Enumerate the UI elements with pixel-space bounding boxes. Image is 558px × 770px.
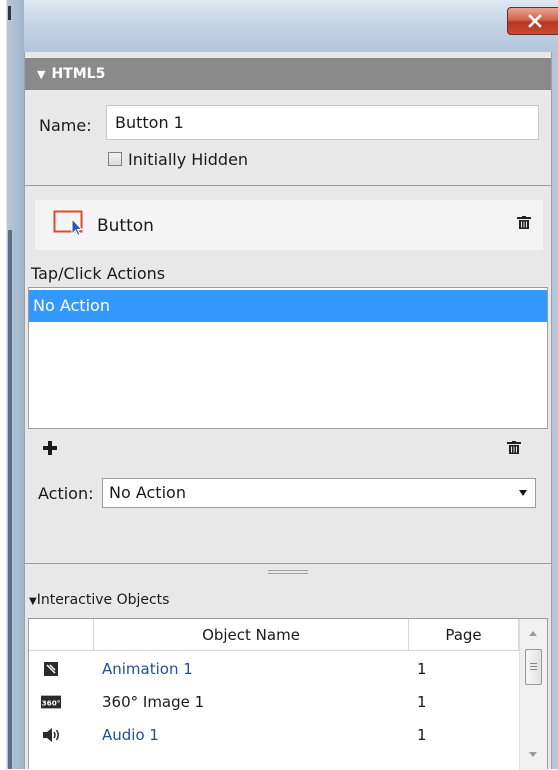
chevron-down-icon	[519, 490, 527, 496]
column-header-page[interactable]: Page	[409, 619, 519, 651]
collapse-triangle-icon: ▼	[29, 596, 37, 607]
object-page: 1	[417, 693, 427, 711]
interactive-objects-header[interactable]: ▼Interactive Objects	[29, 592, 169, 608]
table-row[interactable]: 360° 360° Image 1 1	[29, 686, 519, 719]
close-button[interactable]	[507, 7, 558, 35]
name-label: Name:	[39, 116, 92, 135]
object-page: 1	[417, 660, 427, 678]
table-scrollbar[interactable]	[519, 619, 547, 770]
table-row[interactable]: Animation 1 1	[29, 653, 519, 686]
window-frame-right	[552, 52, 558, 769]
360-icon-text: 360°	[42, 699, 61, 708]
delete-action-trash-icon[interactable]	[507, 441, 521, 455]
tap-actions-list[interactable]: No Action	[28, 287, 548, 429]
initially-hidden-label: Initially Hidden	[128, 150, 249, 169]
action-select-value: No Action	[109, 483, 186, 502]
panel-splitter[interactable]	[25, 565, 551, 577]
tap-click-actions-label: Tap/Click Actions	[31, 264, 166, 283]
button-type-title: Button	[97, 216, 154, 236]
title-bar[interactable]	[24, 0, 558, 52]
thumb-grip-line	[530, 666, 537, 667]
add-action-plus-icon[interactable]	[43, 441, 57, 455]
object-name: 360° Image 1	[102, 693, 205, 711]
splitter-grip-line	[268, 573, 308, 574]
name-input[interactable]	[106, 105, 539, 140]
scroll-up-arrow-icon[interactable]	[529, 631, 537, 636]
thumb-grip-line	[530, 669, 537, 670]
column-header-icon[interactable]	[29, 619, 94, 651]
audio-icon	[43, 728, 59, 742]
collapse-triangle-icon: ▼	[37, 67, 46, 81]
initially-hidden-checkbox[interactable]	[108, 152, 122, 166]
action-list-item[interactable]: No Action	[29, 290, 547, 322]
column-header-object-name[interactable]: Object Name	[94, 619, 409, 651]
animation-icon	[44, 662, 58, 676]
frame-shadow-band	[8, 230, 12, 769]
divider	[25, 185, 551, 186]
interactive-objects-table: Object Name Page Animation 1 1 360° 360°…	[28, 618, 548, 770]
divider	[25, 563, 551, 564]
section-header-html5[interactable]: ▼ HTML5	[25, 58, 551, 90]
section-title: HTML5	[51, 66, 106, 82]
frame-corner-mark	[8, 6, 11, 20]
close-icon	[527, 14, 542, 28]
object-page: 1	[417, 726, 427, 744]
button-icon	[53, 210, 84, 236]
splitter-grip-line	[268, 570, 308, 571]
button-type-row: Button	[35, 200, 543, 250]
action-label: Action:	[38, 484, 94, 503]
360-image-icon: 360°	[41, 695, 61, 709]
object-name: Animation 1	[102, 660, 193, 678]
table-row[interactable]: Audio 1 1	[29, 719, 519, 752]
delete-button-trash-icon[interactable]	[517, 216, 531, 230]
html5-panel: ▼ HTML5 Name: Initially Hidden Button Ta…	[24, 52, 552, 770]
window-frame-left	[0, 0, 24, 769]
scroll-down-arrow-icon[interactable]	[529, 752, 537, 757]
object-name: Audio 1	[102, 726, 159, 744]
scroll-thumb[interactable]	[525, 649, 542, 685]
thumb-grip-line	[530, 663, 537, 664]
action-select[interactable]: No Action	[102, 478, 536, 508]
interactive-objects-title: Interactive Objects	[36, 592, 170, 608]
